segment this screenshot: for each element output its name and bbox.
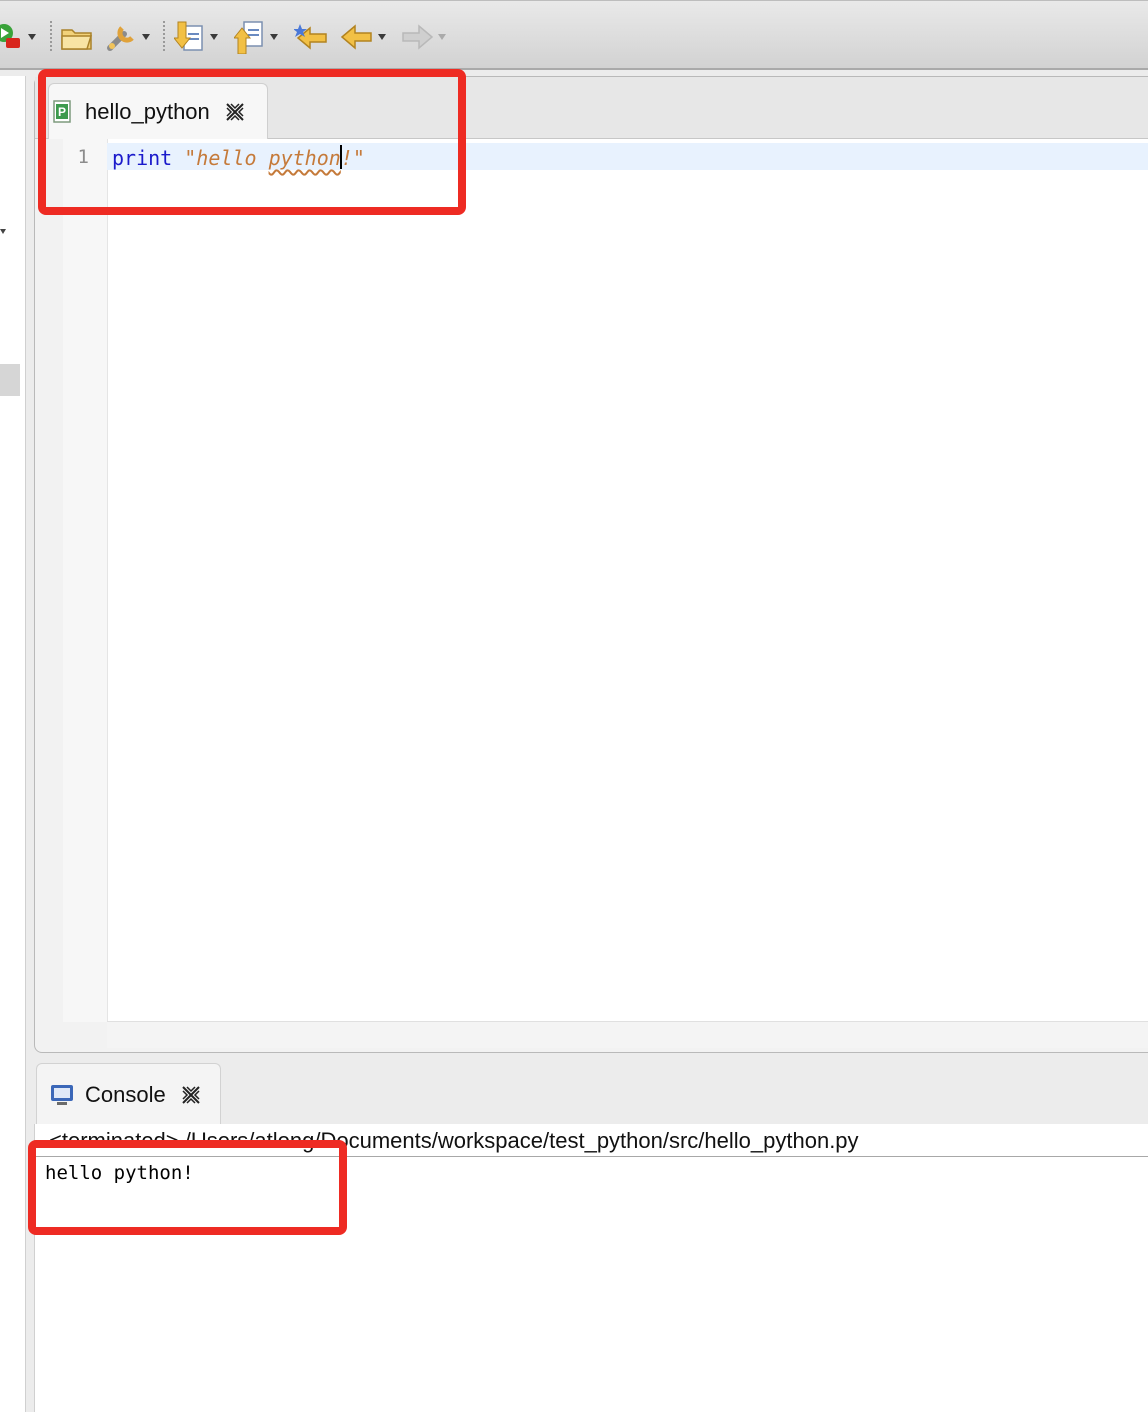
console-tab-bar: Console (34, 1060, 1148, 1125)
console-tab-label: Console (85, 1081, 166, 1107)
code-editor[interactable]: 1 print "hello python!" (63, 139, 1148, 1022)
console-icon (51, 1084, 73, 1105)
highlight-box-editor (38, 69, 466, 215)
console-tab[interactable]: Console (36, 1063, 221, 1125)
next-annotation-button[interactable] (174, 19, 218, 55)
chevron-down-icon[interactable] (0, 229, 6, 234)
back-button[interactable] (340, 19, 386, 55)
line-number-gutter: 1 (63, 139, 108, 1022)
wrench-icon (107, 26, 134, 51)
prev-annotation-icon (234, 21, 263, 54)
editor-panel: P hello_python 1 print "hello python!" (34, 76, 1148, 1053)
tools-button[interactable] (104, 19, 150, 55)
left-view-strip (0, 76, 26, 1412)
back-dropdown-caret[interactable] (378, 34, 386, 40)
last-edit-location-button[interactable] (294, 19, 330, 55)
highlight-box-console (28, 1140, 347, 1235)
forward-arrow-icon (402, 24, 434, 50)
prev-annotation-button[interactable] (234, 19, 278, 55)
last-edit-location-icon (294, 24, 327, 50)
forward-button[interactable] (400, 19, 446, 55)
left-selected-item[interactable] (0, 364, 20, 396)
next-annotation-icon (174, 21, 203, 51)
toolbar-separator (163, 21, 165, 53)
tools-dropdown-caret[interactable] (142, 34, 150, 40)
run-dropdown-caret[interactable] (28, 34, 36, 40)
open-folder-icon (61, 29, 93, 50)
open-button[interactable] (60, 19, 94, 55)
back-arrow-icon (340, 24, 372, 50)
toolbar-separator (50, 21, 52, 53)
run-debug-icon (0, 24, 20, 48)
close-icon[interactable] (180, 1084, 202, 1106)
editor-horizontal-scrollbar[interactable] (107, 1021, 1148, 1048)
forward-dropdown-caret[interactable] (438, 34, 446, 40)
run-debug-button[interactable] (0, 19, 36, 55)
next-annotation-caret[interactable] (210, 34, 218, 40)
main-toolbar (0, 0, 1148, 70)
prev-annotation-caret[interactable] (270, 34, 278, 40)
